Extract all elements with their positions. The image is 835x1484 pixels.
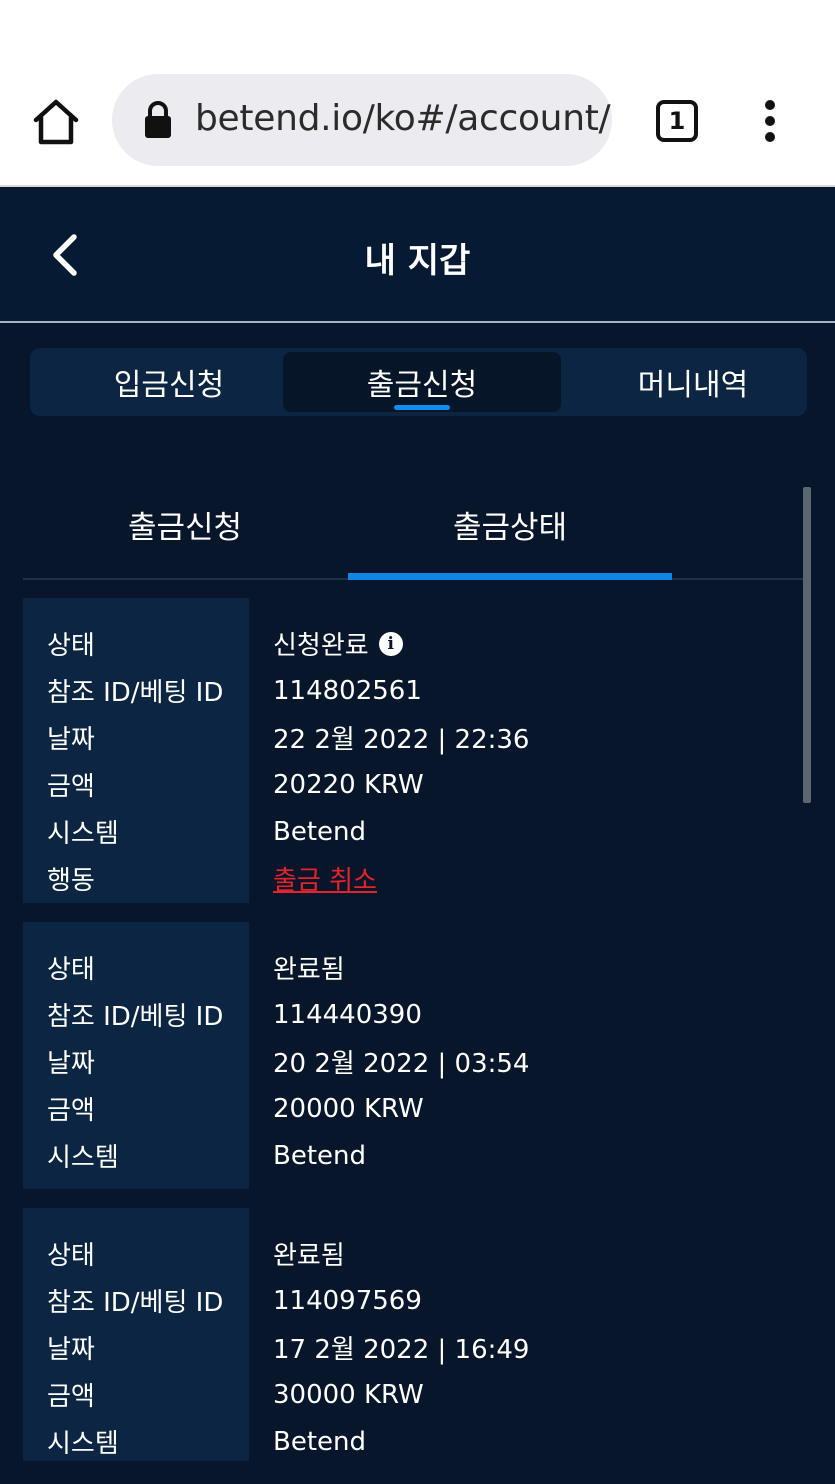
app-header: 내 지갑: [0, 189, 835, 323]
system-value: Betend: [273, 1140, 367, 1171]
ref-id-label: 참조 ID/베팅 ID: [47, 1288, 224, 1318]
browser-toolbar: betend.io/ko#/account/ 1: [0, 0, 835, 187]
info-icon[interactable]: i: [378, 631, 403, 656]
subtab-label: 출금상태: [452, 509, 568, 546]
amount-value: 20000 KRW: [273, 1093, 424, 1124]
withdrawal-record: 상태 참조 ID/베팅 ID 날짜 금액 시스템 완료됨 114097569 1…: [23, 1208, 811, 1461]
cancel-withdrawal-link[interactable]: 출금 취소: [273, 855, 377, 902]
date-value: 22 2월 2022 | 22:36: [273, 725, 530, 755]
sub-tabs: 출금신청 출금상태: [23, 470, 811, 580]
tab-switcher-button[interactable]: 1: [656, 100, 698, 142]
tab-withdraw-request[interactable]: 출금신청: [283, 352, 561, 412]
system-label: 시스템: [47, 819, 119, 849]
date-value: 20 2월 2022 | 03:54: [273, 1049, 530, 1079]
active-tab-indicator: [394, 405, 450, 410]
tab-label: 출금신청: [366, 368, 478, 403]
status-value: 신청완료 i: [273, 620, 403, 667]
amount-value: 30000 KRW: [273, 1379, 424, 1410]
system-label: 시스템: [47, 1143, 119, 1173]
system-label: 시스템: [47, 1429, 119, 1459]
withdrawal-record: 상태 참조 ID/베팅 ID 날짜 금액 시스템 행동 신청완료 i 11480…: [23, 598, 811, 903]
action-label: 행동: [47, 866, 95, 896]
home-icon[interactable]: [30, 96, 82, 148]
status-label: 상태: [47, 1241, 95, 1271]
tab-money-history[interactable]: 머니내역: [554, 352, 832, 412]
status-label: 상태: [47, 955, 95, 985]
amount-label: 금액: [47, 1096, 95, 1126]
lock-icon: [145, 101, 171, 138]
browser-menu-icon[interactable]: [752, 98, 788, 144]
status-value: 완료됨: [273, 955, 345, 985]
main-tabs: 입금신청 출금신청 머니내역: [30, 348, 807, 416]
amount-label: 금액: [47, 772, 95, 802]
status-text: 신청완료: [273, 631, 369, 661]
system-value: Betend: [273, 816, 367, 847]
status-label: 상태: [47, 631, 95, 661]
ref-id-value: 114097569: [273, 1285, 422, 1316]
system-value: Betend: [273, 1426, 367, 1457]
url-text[interactable]: betend.io/ko#/account/: [195, 98, 611, 139]
ref-id-label: 참조 ID/베팅 ID: [47, 678, 224, 708]
active-subtab-indicator: [348, 573, 672, 580]
ref-id-value: 114440390: [273, 999, 422, 1030]
date-label: 날짜: [47, 725, 95, 755]
withdrawal-record: 상태 참조 ID/베팅 ID 날짜 금액 시스템 완료됨 114440390 2…: [23, 922, 811, 1189]
ref-id-value: 114802561: [273, 675, 422, 706]
amount-label: 금액: [47, 1382, 95, 1412]
date-value: 17 2월 2022 | 16:49: [273, 1335, 530, 1365]
ref-id-label: 참조 ID/베팅 ID: [47, 1002, 224, 1032]
page-title: 내 지갑: [364, 241, 471, 281]
date-label: 날짜: [47, 1335, 95, 1365]
status-value: 완료됨: [273, 1241, 345, 1271]
date-label: 날짜: [47, 1049, 95, 1079]
tab-deposit-request[interactable]: 입금신청: [30, 352, 308, 412]
subtab-withdraw-request[interactable]: 출금신청: [23, 470, 347, 578]
subtab-withdraw-status[interactable]: 출금상태: [348, 470, 672, 580]
cancel-withdrawal-text[interactable]: 출금 취소: [273, 860, 377, 897]
amount-value: 20220 KRW: [273, 769, 424, 800]
